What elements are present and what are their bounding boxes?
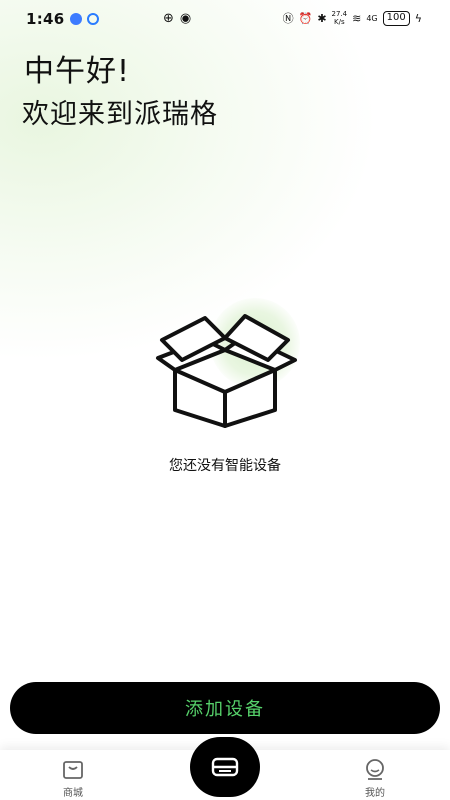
network-type: 4G [366, 13, 378, 23]
welcome-subtitle: 欢迎来到派瑞格 [22, 99, 218, 130]
data-saver-icon: ⊕ [163, 11, 174, 26]
battery-indicator: 100 [382, 10, 410, 26]
nfc-icon: Ⓝ [282, 12, 294, 25]
status-mid-icons: ⊕ ◉ [163, 11, 191, 26]
bluetooth-icon: ✱ [317, 11, 327, 25]
add-device-button[interactable]: 添加设备 [10, 682, 440, 734]
tab-shop[interactable]: 商城 [60, 758, 86, 799]
status-right-icons: Ⓝ ⏰ ✱ 27.4 K/s ≋ 4G 100 ϟ [283, 10, 422, 26]
charging-icon: ϟ [414, 11, 422, 25]
notification-dot-icon [69, 13, 82, 25]
speed-unit: K/s [334, 18, 345, 26]
profile-icon [366, 759, 384, 780]
device-icon [211, 757, 239, 777]
speed-value: 27.4 [331, 10, 348, 18]
shop-icon [63, 761, 83, 779]
wifi-icon: ≋ [352, 11, 362, 25]
tab-shop-label: 商城 [63, 788, 83, 799]
network-speed: 27.4 K/s [332, 10, 348, 26]
tab-mine-label: 我的 [365, 788, 385, 799]
empty-state-message: 您还没有智能设备 [169, 458, 281, 474]
status-time: 1:46 [26, 10, 65, 28]
tab-mine[interactable]: 我的 [362, 758, 388, 799]
open-box-icon [156, 314, 297, 428]
ring-icon [86, 13, 99, 25]
tab-device[interactable] [190, 737, 260, 797]
greeting-title: 中午好! [24, 54, 131, 89]
alarm-icon: ⏰ [298, 11, 313, 25]
eye-icon: ◉ [179, 11, 192, 26]
